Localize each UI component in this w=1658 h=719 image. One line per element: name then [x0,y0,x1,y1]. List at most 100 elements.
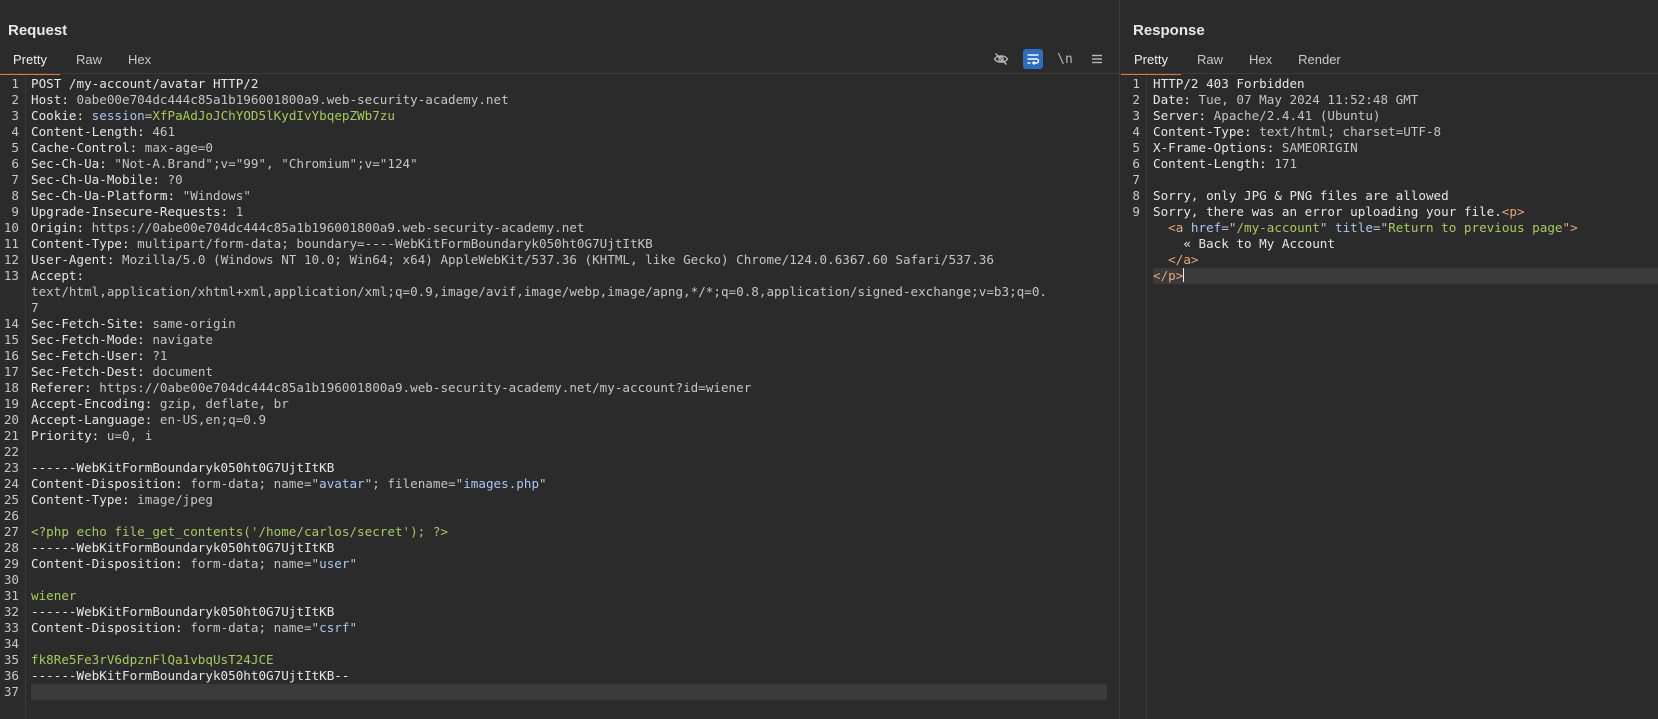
line-content: POST /my-account/avatar HTTP/2 [31,76,1119,92]
line-content: HTTP/2 403 Forbidden [1153,76,1658,92]
request-tab-pretty[interactable]: Pretty [0,48,60,75]
response-tab-raw[interactable]: Raw [1197,48,1223,73]
eye-slash-icon[interactable] [991,49,1011,69]
response-tab-pretty[interactable]: Pretty [1121,48,1181,75]
word-wrap-icon[interactable] [1023,49,1043,69]
line-number: 5 [11,140,19,155]
code-token: Sec-Fetch-User: [31,348,153,363]
code-token: </a> [1153,252,1199,267]
response-editor[interactable]: 1 HTTP/2 403 Forbidden 2 Date: Tue, 07 May … [1121,76,1658,719]
line-content: Accept-Language: en-US,en;q=0.9 [31,412,1119,428]
line-number: 6 [11,156,19,171]
code-token: en-US,en;q=0.9 [159,412,267,427]
code-token: u=0, i [106,428,153,443]
request-code-line: 14 Sec-Fetch-Site: same-origin [0,316,1119,332]
line-number: 33 [3,620,19,635]
line-number: 3 [1132,108,1140,123]
response-header: Response Pretty Raw Hex Render [1121,0,1658,75]
line-content: Content-Length: 171 [1153,156,1658,172]
response-code-line: 5 X-Frame-Options: SAMEORIGIN [1121,140,1658,156]
line-content: Content-Type: text/html; charset=UTF-8 [1153,124,1658,140]
code-token: same-origin [152,316,236,331]
line-content [31,444,1119,460]
line-number: 32 [3,604,19,619]
request-editor[interactable]: 1 POST /my-account/avatar HTTP/2 2 Host: 0a… [0,76,1119,719]
code-token: session [91,108,145,123]
response-code-line: <a href="/my-account" title="Return to p… [1121,220,1658,236]
line-number: 28 [3,540,19,555]
newline-toggle-button[interactable]: \n [1055,49,1075,69]
code-token: text/html,application/xhtml+xml,applicat… [31,284,1047,315]
code-token: Content-Type: [1153,124,1260,139]
code-token: "Not-A.Brand";v="99", "Chromium";v="124" [114,156,418,171]
request-code-line: 3 Cookie: session=XfPaAdJoJChYOD5lKydIvYb… [0,108,1119,124]
code-token: Sorry, only JPG & PNG files are allowed [1153,188,1449,203]
code-token: Accept-Language: [31,412,160,427]
response-code-line: 2 Date: Tue, 07 May 2024 11:52:48 GMT [1121,92,1658,108]
code-token: /my-account [1236,220,1320,235]
response-tab-render[interactable]: Render [1298,48,1341,73]
code-token: document [152,364,213,379]
code-token: XfPaAdJoJChYOD5lKydIvYbqepZWb7zu [152,108,395,123]
line-number: 36 [3,668,19,683]
response-code-line: 9 Sorry, there was an error uploading you… [1121,204,1658,220]
response-tab-hex[interactable]: Hex [1249,48,1272,73]
request-code-line: 10 Origin: https://0abe00e704dc444c85a1b1… [0,220,1119,236]
line-number: 13 [3,268,19,283]
code-token: form-data; name=" [190,556,320,571]
line-content [31,508,1119,524]
request-code-line: 6 Sec-Ch-Ua: "Not-A.Brand";v="99", "Chrom… [0,156,1119,172]
code-token: ?0 [167,172,183,187]
line-content: ------WebKitFormBoundaryk050ht0G7UjtItKB… [31,668,1119,684]
code-token: ------WebKitFormBoundaryk050ht0G7UjtItKB [31,604,335,619]
code-token: csrf [319,620,350,635]
request-code-line: 30 [0,572,1119,588]
line-number: 24 [3,476,19,491]
line-content: Sec-Fetch-Mode: navigate [31,332,1119,348]
code-token: " [1319,220,1336,235]
request-tab-raw[interactable]: Raw [76,48,102,73]
line-number: 16 [3,348,19,363]
request-tab-hex[interactable]: Hex [128,48,151,73]
line-content: Host: 0abe00e704dc444c85a1b196001800a9.w… [31,92,1119,108]
code-token: 1 [235,204,244,219]
request-code-line: 34 [0,636,1119,652]
code-token: navigate [152,332,213,347]
request-code-line: 11 Content-Type: multipart/form-data; bou… [0,236,1119,252]
code-token: Content-Type: [31,236,138,251]
line-content: « Back to My Account [1153,236,1658,252]
code-token: Host: [31,92,77,107]
line-content: ------WebKitFormBoundaryk050ht0G7UjtItKB [31,540,1119,556]
code-token: Upgrade-Insecure-Requests: [31,204,236,219]
code-token: Content-Length: [31,124,153,139]
line-content: Content-Disposition: form-data; name="av… [31,476,1119,492]
request-code-line: 20 Accept-Language: en-US,en;q=0.9 [0,412,1119,428]
code-token: ------WebKitFormBoundaryk050ht0G7UjtItKB [31,540,335,555]
code-token: gzip, deflate, br [159,396,289,411]
line-content: Sorry, there was an error uploading your… [1153,204,1658,220]
code-token: " [349,620,358,635]
response-title: Response [1133,22,1205,39]
code-token: X-Frame-Options: [1153,140,1282,155]
code-token: 171 [1274,156,1298,171]
request-code-line: 35 fk8Re5Fe3rV6dpznFlQa1vbqUsT24JCE [0,652,1119,668]
line-number: 4 [11,124,19,139]
code-token: ------WebKitFormBoundaryk050ht0G7UjtItKB [31,460,335,475]
response-code-line: « Back to My Account [1121,236,1658,252]
line-number: 11 [3,236,19,251]
line-number: 9 [1132,204,1140,219]
code-token: "; filename=" [364,476,464,491]
line-number: 37 [3,684,19,699]
hamburger-menu-icon[interactable] [1087,49,1107,69]
code-token: Date: [1153,92,1199,107]
response-code-line: 3 Server: Apache/2.4.41 (Ubuntu) [1121,108,1658,124]
request-code-line: 28 ------WebKitFormBoundaryk050ht0G7UjtIt… [0,540,1119,556]
code-token: wiener [31,588,77,603]
code-token: 461 [152,124,176,139]
request-code-line: 33 Content-Disposition: form-data; name="… [0,620,1119,636]
code-token: Content-Length: [1153,156,1275,171]
request-lines: 1 POST /my-account/avatar HTTP/2 2 Host: 0a… [0,76,1119,700]
line-number: 30 [3,572,19,587]
line-number: 4 [1132,124,1140,139]
line-content: Content-Disposition: form-data; name="cs… [31,620,1119,636]
